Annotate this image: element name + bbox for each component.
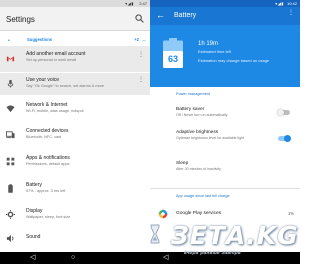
battery-level-icon: 63 [163, 38, 183, 68]
suggestions-label: Suggestions [27, 37, 53, 42]
settings-item-subtitle: 57% - approx. 3 hrs left [26, 189, 66, 193]
settings-item-subtitle: Permissions, default apps [26, 162, 70, 166]
app-usage-header[interactable]: App usage since last full charge [176, 194, 230, 198]
battery-saver-toggle[interactable] [277, 109, 290, 116]
wifi-icon [6, 105, 15, 113]
search-icon[interactable] [135, 14, 144, 23]
suggestion-title: Use your voice [26, 77, 60, 83]
suggestions-count: +2 [134, 37, 139, 42]
battery-app-bar: ← Battery ⋮ [150, 7, 300, 25]
suggestions-header[interactable]: • Suggestions +2 ︿ [0, 36, 150, 46]
settings-item-title: Display [26, 208, 43, 214]
divider [150, 188, 300, 189]
setting-title: Sleep [176, 161, 189, 166]
settings-item-title: Battery [26, 182, 42, 188]
settings-item-subtitle: Bluetooth, NFC, cast [26, 135, 62, 139]
setting-title: Battery saver [176, 107, 205, 112]
page-title: Battery [174, 12, 197, 19]
estimation-note: Estimation may change based on usage [198, 58, 270, 63]
battery-screen: ▾◢▮ 10:42 ← Battery ⋮ 63 1h 19m Estimate… [150, 0, 300, 264]
nav-bar: ◁ ○ [0, 252, 150, 264]
suggestion-use-voice[interactable]: Use your voice Say "Ok Google" to search… [0, 73, 150, 95]
app-name: Google Play services [176, 211, 222, 216]
status-bar: ▾◢▮ 10:42 [150, 0, 300, 7]
settings-screen: ▾◢▮ 2:47 Settings • Suggestions +2 ︿ Add… [0, 0, 150, 264]
page-title: Settings [6, 15, 35, 24]
settings-item-title: Network & Internet [26, 102, 68, 108]
chevron-up-icon[interactable]: ︿ [142, 37, 146, 43]
settings-item-subtitle: Wi-Fi, mobile, data usage, hotspot [26, 109, 84, 113]
suggestion-title: Add another email account [26, 51, 86, 57]
power-management-header: Power management [176, 92, 210, 96]
status-time: 2:47 [139, 1, 147, 6]
display-icon [6, 210, 15, 219]
setting-title: Adaptive brightness [176, 130, 219, 135]
setting-subtitle: Optimize brightness level for available … [176, 136, 245, 140]
setting-subtitle: After 30 minutes of inactivity [176, 167, 221, 171]
more-options-icon[interactable]: ⋮ [138, 77, 144, 83]
battery-saver-setting[interactable]: Battery saver Off / Never turn on automa… [150, 104, 300, 124]
back-nav-icon[interactable]: ◁ [163, 254, 168, 261]
battery-summary: 63 1h 19m Estimated time left Estimation… [150, 25, 300, 87]
suggestion-subtitle: Set up personal or work email [26, 58, 77, 62]
status-icons: ▾◢▮ [275, 1, 284, 6]
more-options-icon[interactable]: ⋮ [288, 10, 294, 16]
time-left: 1h 19m [198, 41, 219, 47]
settings-item-title: Sound [26, 234, 41, 240]
settings-item-subtitle: Wallpaper, sleep, font size [26, 215, 71, 219]
google-play-services-icon [158, 209, 168, 219]
toggle-knob [277, 109, 284, 116]
app-usage-percent: 1% [287, 211, 294, 216]
settings-item-display[interactable]: Display Wallpaper, sleep, font size [0, 204, 150, 226]
settings-item-sound[interactable]: Sound [0, 230, 150, 248]
settings-item-apps[interactable]: Apps & notifications Permissions, defaul… [0, 151, 150, 173]
settings-item-title: Connected devices [26, 128, 69, 134]
sleep-setting[interactable]: Sleep After 30 minutes of inactivity [150, 158, 300, 178]
estimated-label: Estimated time left [198, 49, 231, 54]
sound-icon [6, 234, 14, 243]
back-arrow-icon[interactable]: ← [156, 10, 165, 20]
apps-icon [6, 157, 15, 166]
home-nav-icon[interactable]: ○ [71, 254, 75, 261]
nav-bar: ◁ [150, 252, 300, 264]
more-options-icon[interactable]: ⋮ [138, 52, 144, 58]
status-icons: ▾◢▮ [125, 1, 134, 6]
app-usage-item[interactable]: Google Play services 1% [150, 206, 300, 222]
mic-icon [7, 79, 14, 88]
suggestion-add-email[interactable]: Add another email account Set up persona… [0, 46, 150, 72]
gmail-icon [6, 56, 15, 62]
suggestion-subtitle: Say "Ok Google" to search, set alarms & … [26, 84, 105, 88]
adaptive-brightness-toggle[interactable] [278, 135, 291, 142]
settings-item-network[interactable]: Network & Internet Wi-Fi, mobile, data u… [0, 98, 150, 120]
status-time: 10:42 [286, 1, 297, 6]
back-nav-icon[interactable]: ◁ [30, 254, 35, 261]
toggle-knob [284, 135, 291, 142]
battery-icon [8, 184, 13, 193]
adaptive-brightness-setting[interactable]: Adaptive brightness Optimize brightness … [150, 127, 300, 147]
settings-app-bar: Settings [0, 7, 150, 31]
suggestions-icon: • [8, 38, 10, 44]
settings-item-battery[interactable]: Battery 57% - approx. 3 hrs left [0, 178, 150, 200]
setting-subtitle: Off / Never turn on automatically [176, 113, 228, 117]
status-bar: ▾◢▮ 2:47 [0, 0, 150, 7]
settings-item-title: Apps & notifications [26, 155, 70, 161]
devices-icon [6, 131, 15, 139]
settings-item-connected-devices[interactable]: Connected devices Bluetooth, NFC, cast [0, 124, 150, 146]
battery-level-text: 63 [168, 54, 178, 64]
